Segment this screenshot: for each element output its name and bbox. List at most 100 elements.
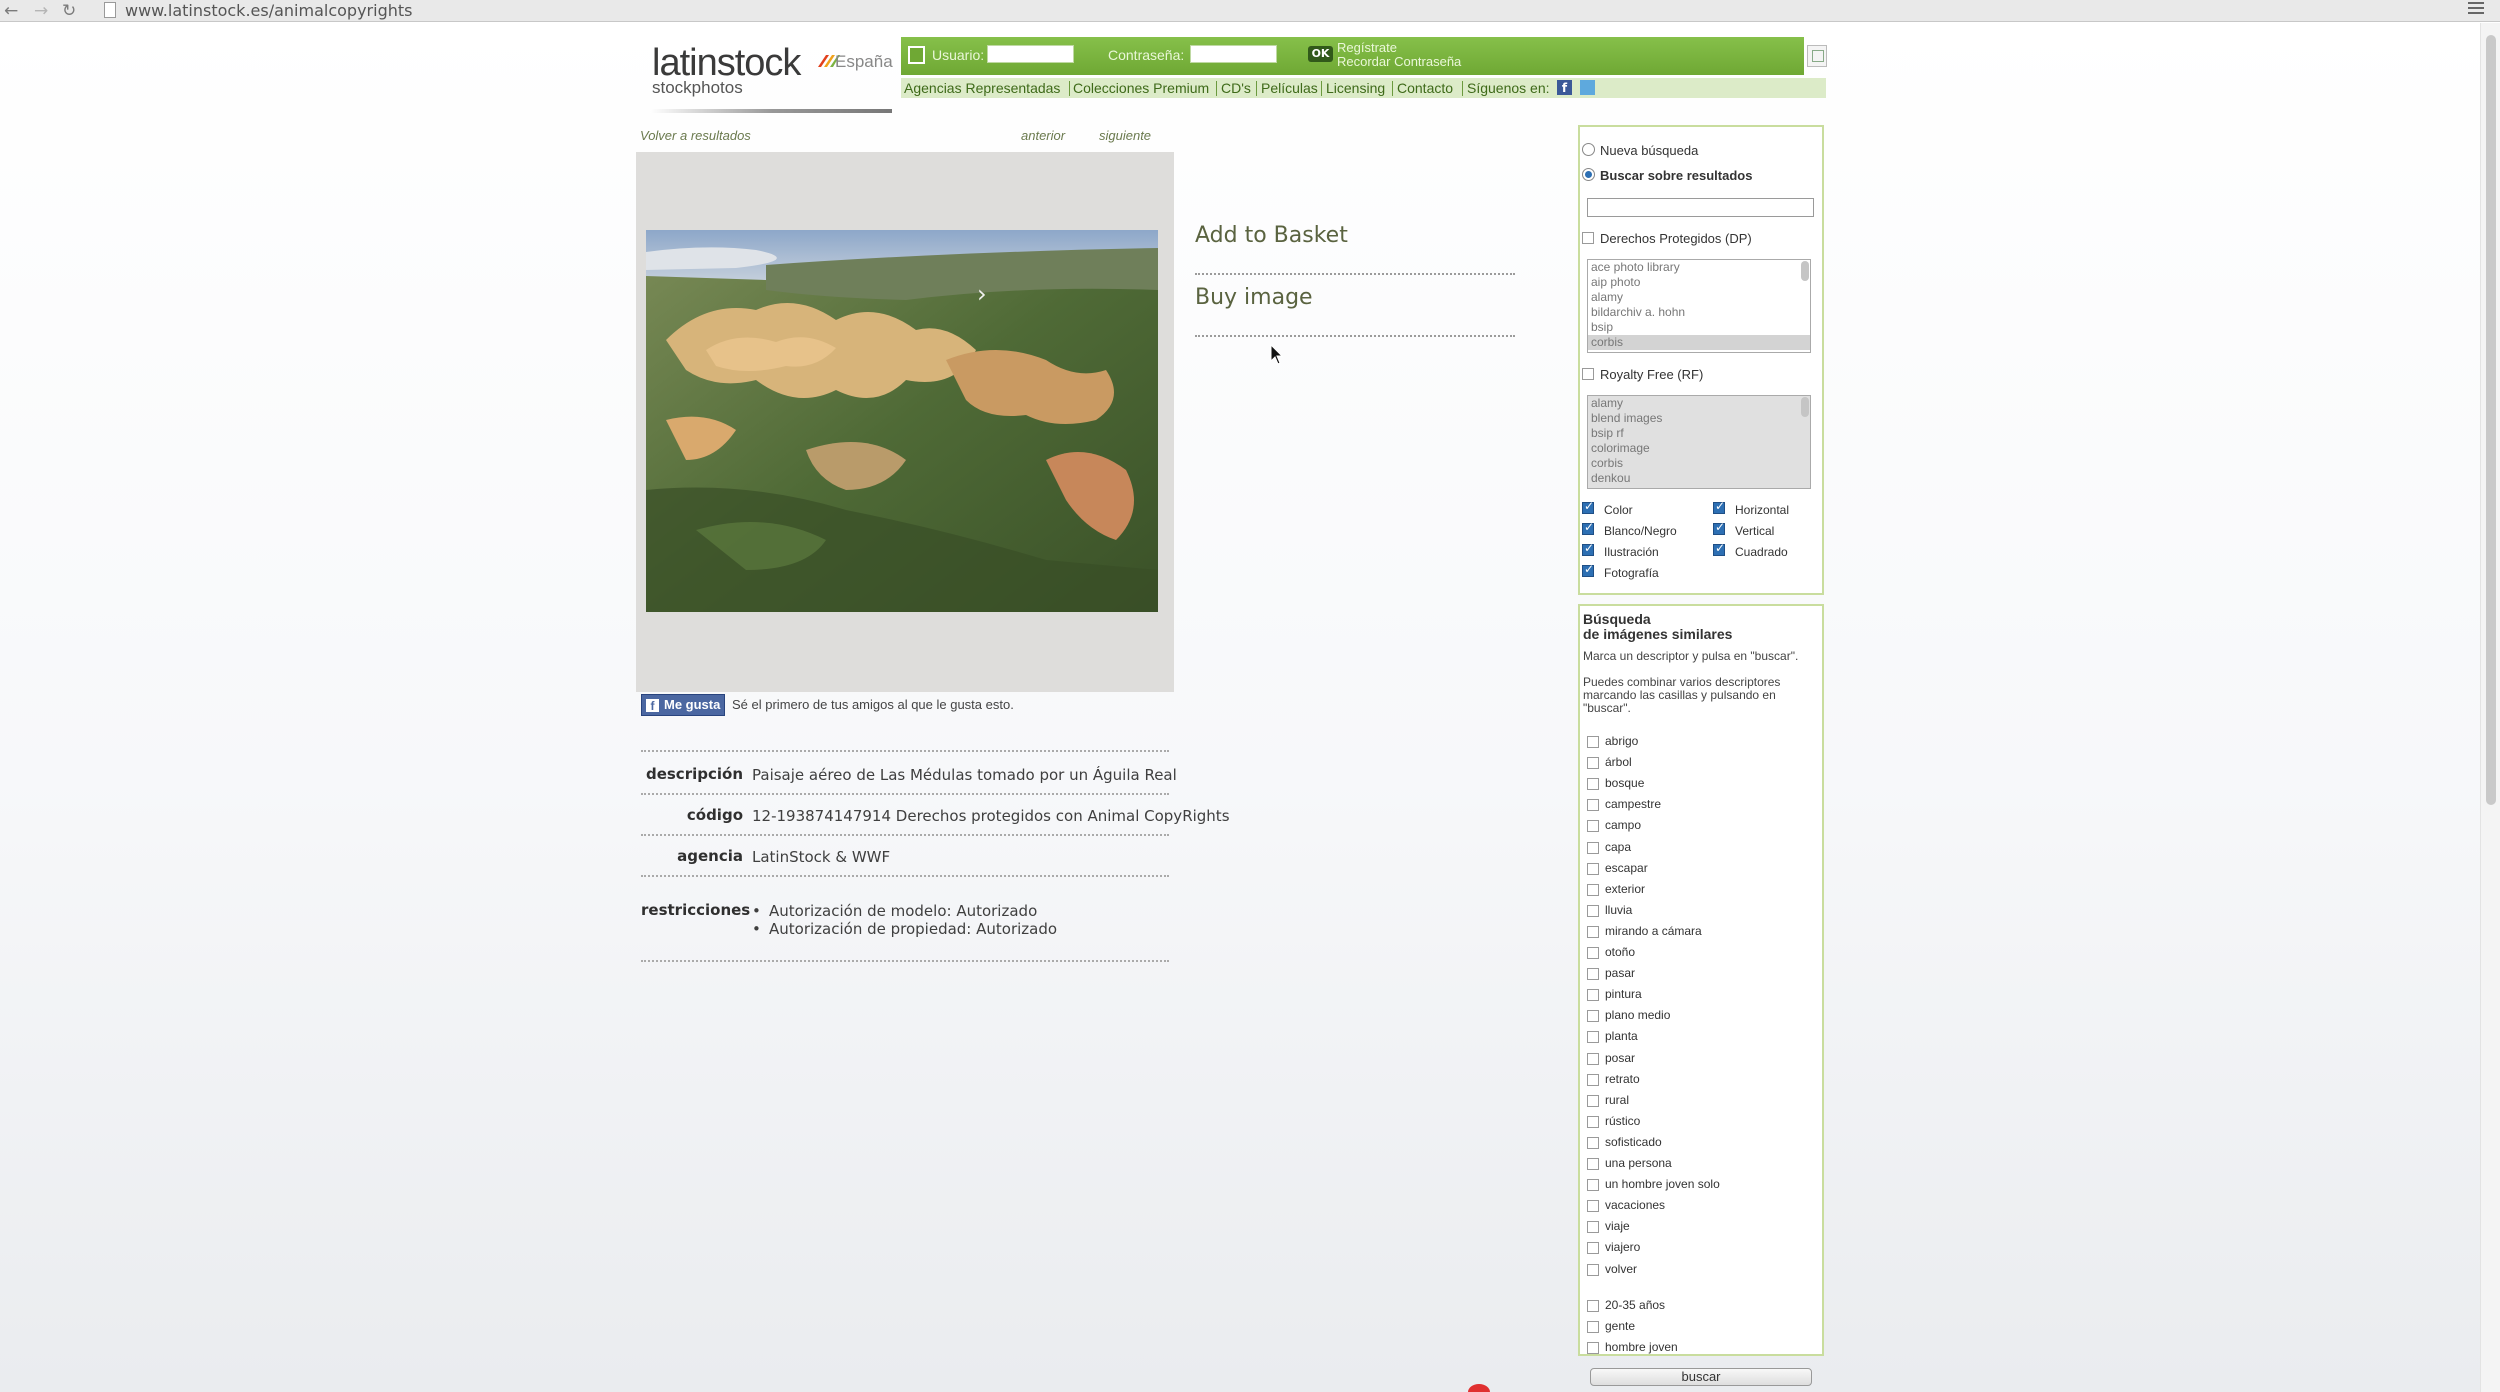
descriptor-checkbox[interactable] — [1587, 1221, 1599, 1233]
descriptor-checkbox[interactable] — [1587, 1300, 1599, 1312]
descriptor-label: mirando a cámara — [1605, 924, 1702, 938]
browser-menu-icon[interactable] — [2468, 2, 2484, 16]
descriptor-checkbox[interactable] — [1587, 1137, 1599, 1149]
rf-agency-list[interactable]: alamy blend images bsip rf colorimage co… — [1587, 395, 1811, 489]
username-input[interactable] — [987, 45, 1074, 63]
new-search-radio[interactable] — [1582, 143, 1595, 156]
nav-licensing[interactable]: Licensing — [1326, 80, 1385, 96]
descriptor-checkbox[interactable] — [1587, 1179, 1599, 1191]
list-item[interactable]: bsip rf — [1588, 426, 1810, 441]
descriptor-checkbox[interactable] — [1587, 863, 1599, 875]
rights-protected-checkbox[interactable] — [1582, 232, 1594, 244]
filter-vertical-checkbox[interactable] — [1713, 520, 1725, 535]
descriptor-checkbox[interactable] — [1587, 1053, 1599, 1065]
descriptor-checkbox[interactable] — [1587, 926, 1599, 938]
nav-contacto[interactable]: Contacto — [1397, 80, 1453, 96]
scrollbar[interactable] — [2480, 23, 2500, 1392]
descriptor-label: abrigo — [1605, 734, 1639, 748]
divider — [1195, 335, 1515, 337]
main-photo[interactable] — [646, 230, 1158, 612]
filter-square-checkbox[interactable] — [1713, 541, 1725, 556]
filter-bw-checkbox[interactable] — [1582, 520, 1594, 535]
descriptor-checkbox[interactable] — [1587, 1074, 1599, 1086]
descriptor-checkbox[interactable] — [1587, 757, 1599, 769]
search-button[interactable]: buscar — [1590, 1368, 1812, 1386]
royalty-free-checkbox[interactable] — [1582, 368, 1594, 380]
browser-toolbar: ← → ↻ www.latinstock.es/animalcopyrights — [0, 0, 2500, 22]
filter-horizontal-checkbox[interactable] — [1713, 499, 1725, 514]
list-item[interactable]: bildarchiv a. hohn — [1588, 305, 1810, 320]
descriptor-checkbox[interactable] — [1587, 1158, 1599, 1170]
list-scrollbar[interactable] — [1801, 397, 1809, 417]
list-item[interactable]: alamy — [1588, 290, 1810, 305]
descriptor-checkbox[interactable] — [1587, 989, 1599, 1001]
descriptor-checkbox[interactable] — [1587, 1264, 1599, 1276]
next-link[interactable]: siguiente — [1099, 128, 1151, 143]
list-item[interactable]: alamy — [1588, 396, 1810, 411]
nav-colecciones[interactable]: Colecciones Premium — [1073, 80, 1209, 96]
photo-next-arrow-icon[interactable]: › — [977, 280, 987, 308]
previous-link[interactable]: anterior — [1021, 128, 1065, 143]
list-item[interactable]: ace photo library — [1588, 260, 1810, 275]
agency-label: agencia — [677, 847, 743, 865]
reload-icon[interactable]: ↻ — [62, 1, 76, 21]
user-label: Usuario: — [932, 47, 985, 63]
descriptor-checkbox[interactable] — [1587, 905, 1599, 917]
descriptor-checkbox[interactable] — [1587, 1321, 1599, 1333]
description-label: descripción — [645, 765, 743, 783]
twitter-icon[interactable] — [1580, 80, 1595, 95]
login-ok-button[interactable]: OK — [1308, 46, 1333, 62]
address-bar[interactable]: www.latinstock.es/animalcopyrights — [125, 1, 412, 20]
dp-agency-list[interactable]: ace photo library aip photo alamy bildar… — [1587, 259, 1811, 353]
nav-cds[interactable]: CD's — [1221, 80, 1251, 96]
buy-image-link[interactable]: Buy image — [1195, 285, 1313, 310]
search-input[interactable] — [1587, 198, 1814, 217]
facebook-icon[interactable]: f — [1557, 80, 1572, 95]
password-input[interactable] — [1190, 45, 1277, 63]
back-to-results-link[interactable]: Volver a resultados — [640, 128, 751, 143]
descriptor-checkbox[interactable] — [1587, 1010, 1599, 1022]
list-item[interactable]: corbis — [1588, 456, 1810, 471]
back-icon[interactable]: ← — [4, 1, 18, 21]
descriptor-checkbox[interactable] — [1587, 1031, 1599, 1043]
facebook-like-button[interactable]: f Me gusta — [641, 694, 725, 716]
descriptor-label: hombre joven — [1605, 1340, 1678, 1354]
descriptor-checkbox[interactable] — [1587, 736, 1599, 748]
descriptor-checkbox[interactable] — [1587, 820, 1599, 832]
descriptor-checkbox[interactable] — [1587, 1342, 1599, 1354]
filter-photo-checkbox[interactable] — [1582, 562, 1594, 577]
add-to-basket-link[interactable]: Add to Basket — [1195, 223, 1348, 248]
filter-color-checkbox[interactable] — [1582, 499, 1594, 514]
descriptor-checkbox[interactable] — [1587, 778, 1599, 790]
list-item[interactable]: denkou — [1588, 471, 1810, 486]
descriptor-checkbox[interactable] — [1587, 1242, 1599, 1254]
search-results-radio[interactable] — [1582, 168, 1595, 181]
list-scrollbar[interactable] — [1801, 261, 1809, 281]
list-item[interactable]: corbis — [1588, 335, 1810, 350]
descriptor-checkbox[interactable] — [1587, 968, 1599, 980]
descriptor-label: capa — [1605, 840, 1632, 854]
descriptor-checkbox[interactable] — [1587, 842, 1599, 854]
list-item[interactable]: aip photo — [1588, 275, 1810, 290]
descriptor-checkbox[interactable] — [1587, 1095, 1599, 1107]
descriptor-checkbox[interactable] — [1587, 947, 1599, 959]
register-link[interactable]: Regístrate — [1337, 40, 1397, 55]
list-item[interactable]: bsip — [1588, 320, 1810, 335]
code-value: 12-193874147914 Derechos protegidos con … — [752, 807, 1230, 825]
similar-subtitle: de imágenes similares — [1583, 626, 1733, 642]
nav-peliculas[interactable]: Películas — [1261, 80, 1318, 96]
list-item[interactable]: colorimage — [1588, 441, 1810, 456]
scrollbar-thumb[interactable] — [2486, 35, 2496, 805]
descriptor-checkbox[interactable] — [1587, 799, 1599, 811]
list-item[interactable]: blend images — [1588, 411, 1810, 426]
descriptor-checkbox[interactable] — [1587, 884, 1599, 896]
descriptor-checkbox[interactable] — [1587, 1200, 1599, 1212]
descriptor-checkbox[interactable] — [1587, 1116, 1599, 1128]
filter-label: Color — [1604, 503, 1633, 517]
nav-agencias[interactable]: Agencias Representadas — [904, 80, 1060, 96]
forward-icon[interactable]: → — [34, 1, 48, 21]
facebook-icon: f — [646, 699, 659, 713]
divider — [641, 793, 1169, 795]
recover-password-link[interactable]: Recordar Contraseña — [1337, 54, 1461, 69]
filter-illustration-checkbox[interactable] — [1582, 541, 1594, 556]
